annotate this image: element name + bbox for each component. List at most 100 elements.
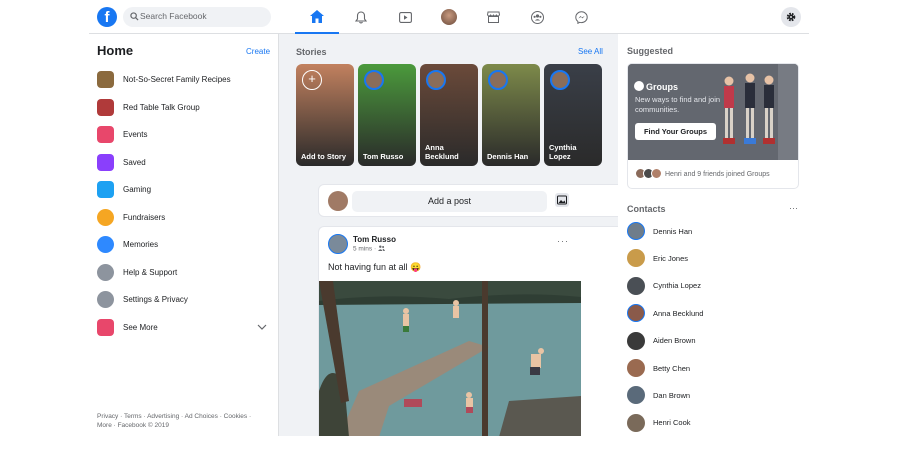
gear-icon [97,291,114,309]
add-to-story-card[interactable]: + Add to Story [296,64,354,166]
contact-name: Anna Becklund [653,308,704,318]
groups-banner-image: Groups New ways to find and join communi… [628,64,798,160]
contact-name: Betty Chen [653,363,691,373]
footer-links[interactable]: Privacy · Terms · Advertising · Ad Choic… [97,412,267,430]
story-card[interactable]: Dennis Han [482,64,540,166]
stories-title: Stories [296,47,327,57]
sidebar-item-label: Events [123,130,148,140]
story-avatar [364,70,384,90]
find-your-groups-button[interactable]: Find Your Groups [635,123,716,140]
contact-item[interactable]: Betty Chen [627,357,797,379]
sidebar-item[interactable]: Settings & Privacy [97,286,273,314]
profile-tab[interactable] [427,0,471,34]
notifications-tab[interactable] [339,0,383,34]
friends-audience-icon [377,245,385,251]
sidebar-item[interactable]: Saved [97,149,273,177]
contact-name: Henri Cook [653,418,691,428]
sidebar-item-label: Saved [123,157,146,167]
groups-suggestion-card: Groups New ways to find and join communi… [627,63,799,189]
home-icon [310,9,324,23]
contact-item[interactable]: Anna Becklund [627,302,797,324]
sidebar-item-label: See More [123,322,158,332]
chevron-down-icon[interactable] [257,324,267,331]
contact-item[interactable]: Cynthia Lopez [627,275,797,297]
sidebar-item[interactable]: Not-So-Secret Family Recipes [97,66,273,94]
sidebar-item-label: Not-So-Secret Family Recipes [123,75,231,85]
contact-item[interactable]: Henri Cook [627,412,797,434]
marketplace-tab[interactable] [471,0,515,34]
post-composer: Add a post [318,184,668,217]
contact-name: Aiden Brown [653,336,696,346]
bookmark-icon [97,153,114,171]
story-name: Cynthia Lopez [549,143,577,161]
create-link[interactable]: Create [246,47,270,56]
story-name: Tom Russo [363,152,404,161]
story-card[interactable]: Cynthia Lopez [544,64,602,166]
contact-item[interactable]: Eric Jones [627,247,797,269]
plus-icon: + [302,70,322,90]
facebook-logo-icon[interactable]: f [97,7,117,27]
left-sidebar: Home Create Not-So-Secret Family Recipes… [89,34,279,436]
sidebar-item[interactable]: Red Table Talk Group [97,94,273,122]
sidebar-item-label: Fundraisers [123,212,166,222]
suggested-title: Suggested [627,46,674,56]
photo-upload-icon[interactable] [555,193,569,207]
top-navigation-bar: f Search Facebook [89,0,809,34]
avatar [627,331,645,350]
contact-item[interactable]: Dan Brown [627,384,797,406]
messenger-tab[interactable] [559,0,603,34]
home-tab[interactable] [295,0,339,34]
marketplace-icon [486,11,500,23]
sidebar-item[interactable]: Memories [97,231,273,259]
story-card[interactable]: Anna Becklund [420,64,478,166]
avatar [627,413,645,432]
post-more-options-button[interactable]: ··· [557,236,569,246]
groups-card-title: Groups [646,82,679,92]
question-icon [97,263,114,281]
sidebar-item[interactable]: See More [97,314,273,342]
post-author-avatar[interactable] [328,234,348,254]
sidebar-item[interactable]: Gaming [97,176,273,204]
story-avatar [488,70,508,90]
story-avatar [426,70,446,90]
sidebar-item[interactable]: Help & Support [97,259,273,287]
story-avatar [550,70,570,90]
composer-avatar [328,191,348,211]
avatar [627,386,645,405]
groups-tab[interactable] [515,0,559,34]
search-input[interactable]: Search Facebook [123,7,271,27]
sidebar-item-label: Gaming [123,185,152,195]
video-icon [398,11,412,23]
sidebar-item[interactable]: Fundraisers [97,204,273,232]
settings-button[interactable] [781,7,801,27]
add-post-button[interactable]: Add a post [352,191,547,212]
contact-name: Cynthia Lopez [653,281,701,291]
sidebar-item-label: Red Table Talk Group [123,102,200,112]
bell-icon [355,10,367,24]
gear-icon [786,12,796,22]
post-author-name[interactable]: Tom Russo [353,235,396,244]
story-card[interactable]: Tom Russo [358,64,416,166]
sidebar-item-label: Settings & Privacy [123,295,188,305]
search-icon [130,12,139,21]
facebook-window: f Search Facebook Home Create Not-So-Sec… [89,0,809,436]
contacts-title: Contacts [627,204,666,214]
contact-item[interactable]: Aiden Brown [627,330,797,352]
avatar [627,276,645,295]
sidebar-item[interactable]: Events [97,121,273,149]
contact-item[interactable]: Dennis Han [627,220,797,242]
lake-jump-photo [319,281,581,436]
friends-avatars [635,168,665,180]
watch-tab[interactable] [383,0,427,34]
story-name: Dennis Han [487,152,529,161]
avatar [627,359,645,377]
sidebar-title: Home [97,43,134,58]
post-photo[interactable] [319,281,581,436]
contacts-more-options-button[interactable]: ··· [789,203,798,213]
contact-name: Dan Brown [653,390,691,400]
post-text: Not having fun at all 😛 [328,262,422,272]
avatar [627,304,645,323]
apps-icon [97,318,114,336]
messenger-icon [574,10,588,24]
stories-see-all-link[interactable]: See All [578,47,603,56]
